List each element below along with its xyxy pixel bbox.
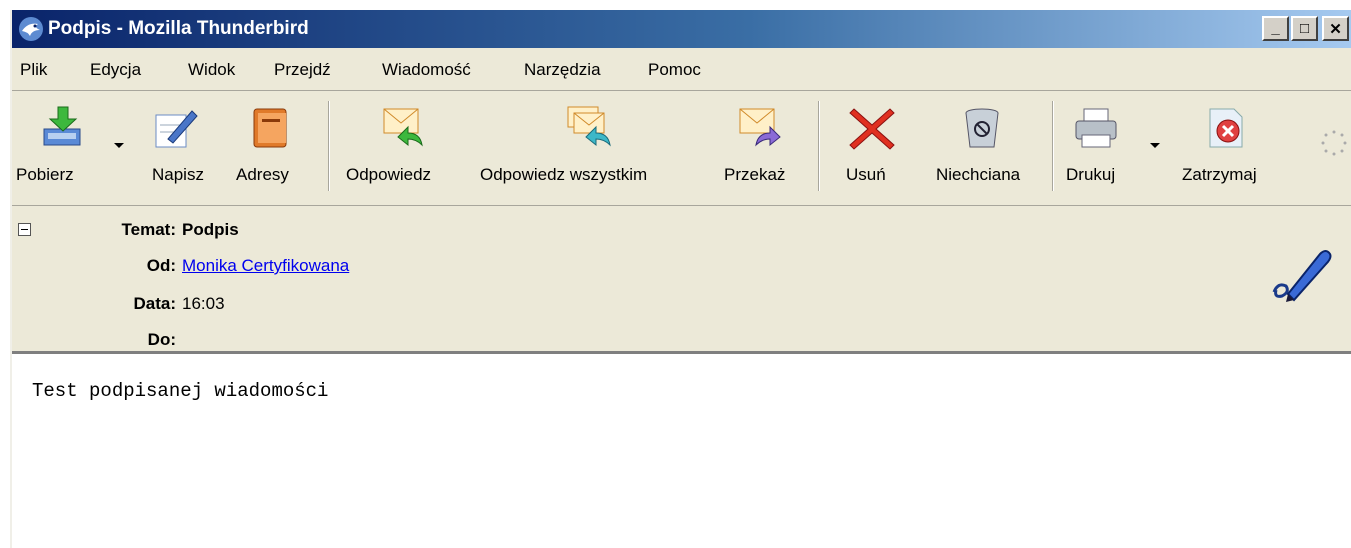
print-label: Drukuj	[1066, 165, 1116, 184]
maximize-button[interactable]: □	[1291, 16, 1318, 41]
menu-file[interactable]: Plik	[20, 60, 47, 80]
throbber-icon	[1321, 130, 1347, 156]
stop-button[interactable]: Zatrzymaj	[1178, 91, 1282, 199]
stop-label: Zatrzymaj	[1182, 165, 1257, 184]
delete-label: Usuń	[846, 165, 886, 184]
maximize-icon: □	[1299, 20, 1310, 37]
forward-label: Przekaż	[724, 165, 786, 184]
menu-go[interactable]: Przejdź	[274, 60, 331, 80]
menu-view[interactable]: Widok	[188, 60, 235, 80]
write-icon	[155, 110, 198, 148]
junk-icon	[965, 108, 999, 148]
main-toolbar: Pobierz Napisz Adresy Odpowiedz Odpowied…	[12, 91, 1351, 206]
toolbar-separator	[1052, 101, 1054, 191]
minimize-icon: _	[1271, 20, 1280, 37]
print-button[interactable]: Drukuj	[1062, 91, 1166, 199]
delete-icon	[849, 108, 895, 150]
from-link[interactable]: Monika Certyfikowana	[182, 256, 349, 276]
date-value: 16:03	[182, 294, 225, 313]
toolbar-separator	[328, 101, 330, 191]
close-icon: ✕	[1329, 20, 1342, 38]
get-mail-button[interactable]: Pobierz	[16, 91, 128, 199]
junk-label: Niechciana	[936, 165, 1021, 184]
get-mail-icon	[43, 106, 81, 146]
date-label: Data:	[133, 294, 176, 313]
menu-tools[interactable]: Narzędzia	[524, 60, 601, 80]
write-button[interactable]: Napisz	[138, 91, 214, 199]
address-book-label: Adresy	[236, 165, 289, 184]
forward-icon	[739, 108, 781, 147]
address-book-icon	[253, 108, 287, 148]
window-title: Podpis - Mozilla Thunderbird	[48, 18, 309, 39]
subject-value: Podpis	[182, 220, 239, 239]
get-mail-dropdown-icon[interactable]	[114, 143, 124, 148]
close-button[interactable]: ✕	[1322, 16, 1349, 41]
to-label: Do:	[147, 330, 176, 349]
address-book-button[interactable]: Adresy	[224, 91, 320, 199]
message-body[interactable]: Test podpisanej wiadomości	[12, 354, 1351, 548]
print-icon	[1075, 108, 1117, 148]
reply-label: Odpowiedz	[346, 165, 432, 184]
menu-help[interactable]: Pomoc	[648, 60, 701, 80]
toolbar-separator	[818, 101, 820, 191]
junk-button[interactable]: Niechciana	[926, 91, 1046, 199]
write-label: Napisz	[152, 165, 204, 184]
reply-all-button[interactable]: Odpowiedz wszystkim	[474, 91, 708, 199]
menu-message[interactable]: Wiadomość	[382, 60, 471, 80]
subject-label: Temat:	[121, 220, 176, 239]
reply-all-label: Odpowiedz wszystkim	[480, 165, 648, 184]
app-window: Podpis - Mozilla Thunderbird _ □ ✕ Plik …	[10, 10, 1351, 548]
title-bar[interactable]: Podpis - Mozilla Thunderbird _ □ ✕	[12, 10, 1351, 48]
get-mail-label: Pobierz	[16, 165, 74, 184]
delete-button[interactable]: Usuń	[828, 91, 918, 199]
collapse-headers-toggle[interactable]	[18, 223, 31, 236]
reply-button[interactable]: Odpowiedz	[338, 91, 466, 199]
message-text: Test podpisanej wiadomości	[32, 380, 329, 402]
stop-icon	[1209, 108, 1243, 148]
digital-signature-icon[interactable]	[1268, 246, 1338, 308]
thunderbird-icon	[19, 17, 43, 41]
reply-icon	[383, 108, 423, 147]
forward-button[interactable]: Przekaż	[712, 91, 812, 199]
print-dropdown-icon[interactable]	[1150, 143, 1160, 148]
from-label: Od:	[146, 256, 176, 275]
menu-edit[interactable]: Edycja	[90, 60, 141, 80]
message-header-pane: Temat: Podpis Od: Monika Certyfikowana D…	[12, 206, 1351, 352]
menu-bar: Plik Edycja Widok Przejdź Wiadomość Narz…	[12, 48, 1351, 91]
minimize-button[interactable]: _	[1262, 16, 1289, 41]
reply-all-icon	[567, 106, 611, 147]
